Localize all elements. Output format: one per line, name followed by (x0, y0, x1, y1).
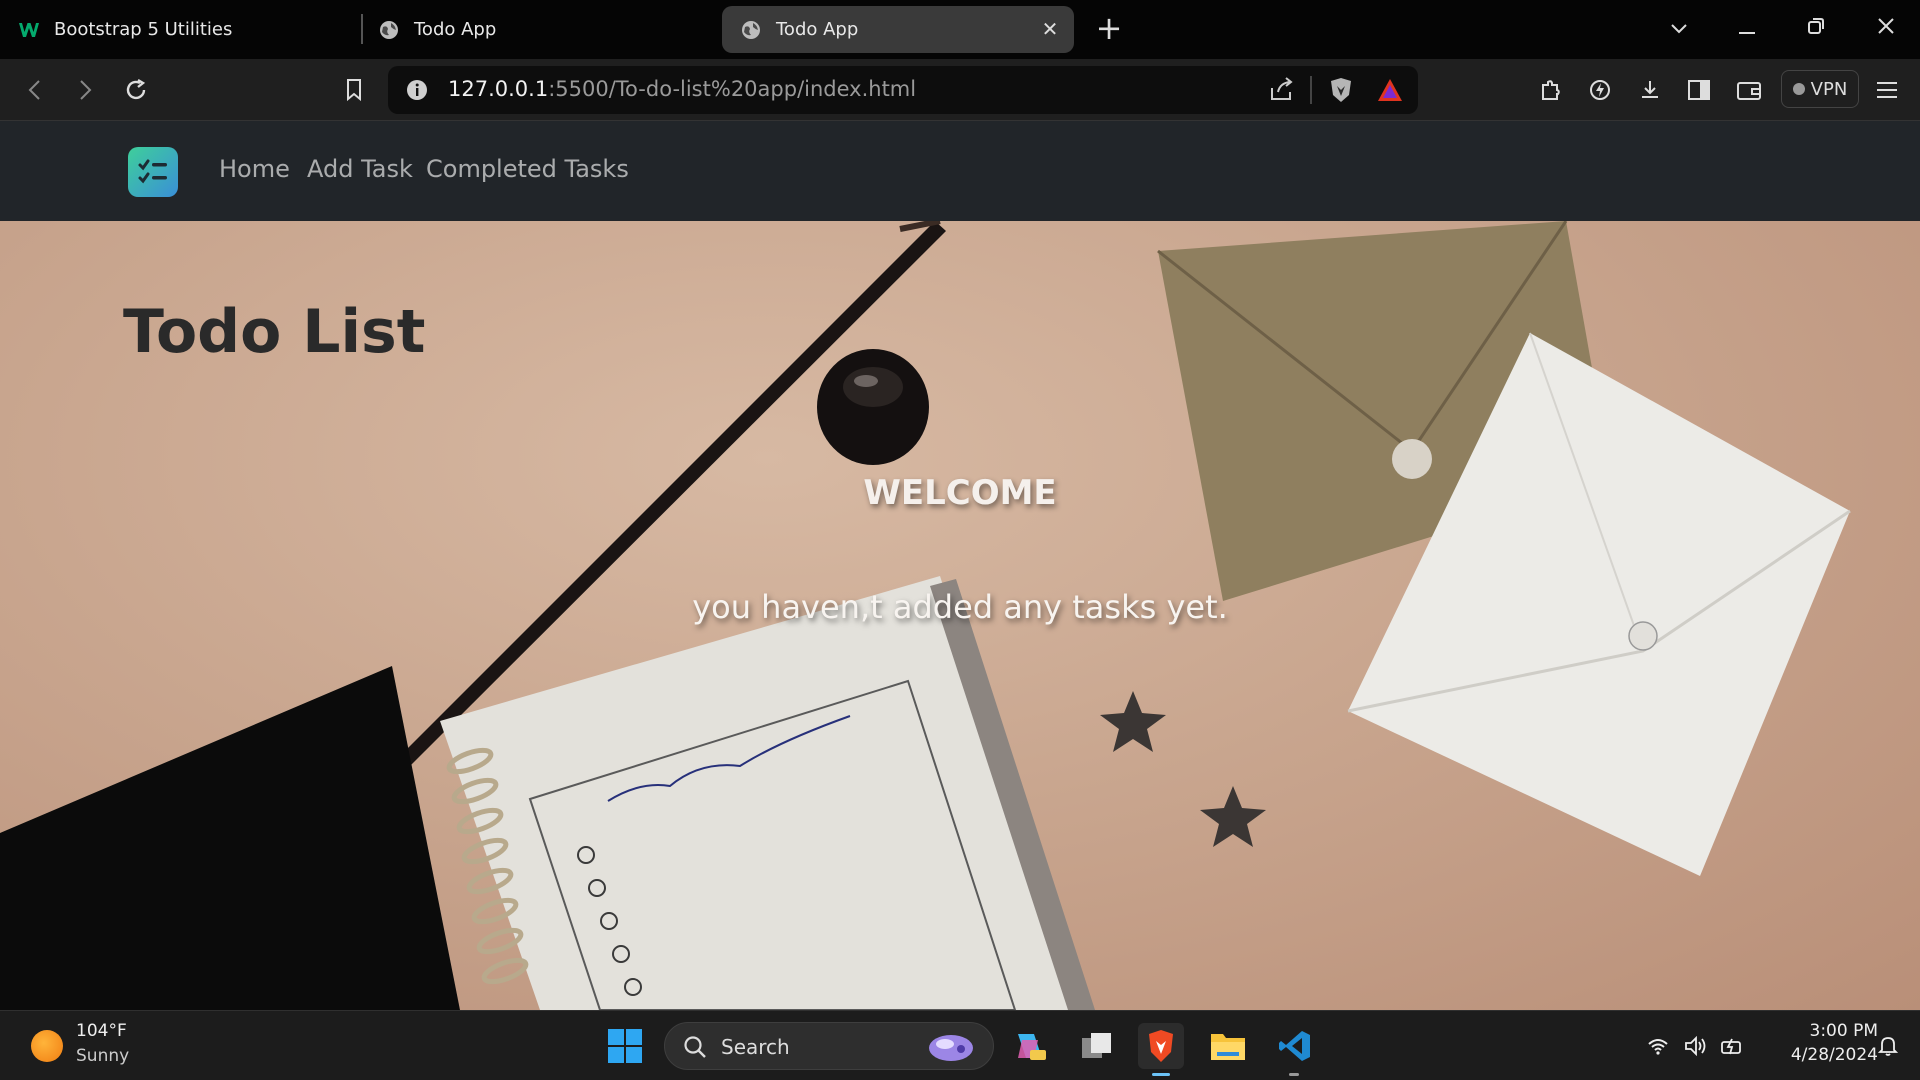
extensions-icon[interactable] (1532, 71, 1570, 109)
taskbar-search-input[interactable]: Search (664, 1022, 994, 1070)
welcome-heading: WELCOME (863, 473, 1057, 513)
empty-tasks-message: you haven,t added any tasks yet. (692, 588, 1228, 626)
tab-todo-app[interactable]: Todo App (378, 6, 708, 53)
nav-link-home[interactable]: Home (219, 155, 290, 183)
task-view-icon[interactable] (1074, 1023, 1120, 1069)
notification-bell-icon[interactable] (1870, 1023, 1906, 1069)
vpn-label: VPN (1810, 78, 1848, 100)
brave-browser-taskbar-icon[interactable] (1138, 1023, 1184, 1069)
weather-condition[interactable]: Sunny (76, 1046, 129, 1066)
close-window-button[interactable] (1866, 10, 1906, 48)
windows-start-icon[interactable] (602, 1023, 648, 1069)
sidebar-toggle-icon[interactable] (1680, 71, 1718, 109)
active-app-indicator (1152, 1073, 1170, 1076)
leo-ai-icon[interactable] (1581, 71, 1619, 109)
tab-search-chevron-icon[interactable] (1659, 10, 1699, 48)
share-icon[interactable] (1268, 76, 1296, 106)
minimize-button[interactable] (1727, 10, 1767, 48)
running-app-indicator (1289, 1073, 1299, 1076)
search-icon (683, 1035, 707, 1063)
forward-button[interactable] (66, 71, 104, 109)
nav-link-add-task[interactable]: Add Task (307, 155, 413, 183)
clock-time[interactable]: 3:00 PM (1758, 1021, 1879, 1041)
page-title: Todo List (123, 297, 426, 367)
new-tab-button[interactable]: + (1094, 12, 1124, 46)
file-explorer-icon[interactable] (1205, 1023, 1251, 1069)
reload-button[interactable] (117, 71, 155, 109)
vpn-button[interactable]: VPN (1781, 70, 1859, 108)
tab-bootstrap-utilities[interactable]: Bootstrap 5 Utilities (18, 6, 348, 53)
globe-icon (378, 19, 400, 41)
copilot-icon[interactable] (1007, 1023, 1053, 1069)
tab-todo-app-active[interactable]: Todo App ✕ (722, 6, 1074, 53)
url-text: 127.0.0.1:5500/To-do-list%20app/index.ht… (448, 77, 917, 101)
bookmark-icon[interactable] (335, 71, 373, 109)
brave-shields-icon[interactable] (1328, 76, 1354, 108)
vpn-status-icon (1792, 83, 1805, 95)
brave-rewards-icon[interactable] (1376, 77, 1404, 107)
search-label: Search (721, 1035, 790, 1059)
tab-title: Todo App (414, 19, 497, 40)
clock-date[interactable]: 4/28/2024 (1758, 1045, 1878, 1065)
urlbar-divider (1310, 76, 1312, 104)
site-info-icon[interactable] (406, 79, 428, 105)
restore-button[interactable] (1796, 10, 1836, 48)
volume-icon[interactable] (1678, 1023, 1714, 1069)
hero-section: Todo List WELCOME you haven,t added any … (0, 221, 1920, 1010)
wifi-icon[interactable] (1640, 1023, 1676, 1069)
wallet-icon[interactable] (1730, 71, 1768, 109)
weather-temperature[interactable]: 104°F (76, 1021, 127, 1041)
tab-title: Bootstrap 5 Utilities (54, 19, 233, 40)
address-bar[interactable]: 127.0.0.1:5500/To-do-list%20app/index.ht… (388, 66, 1418, 114)
web-page: Home Add Task Completed Tasks Todo List … (0, 121, 1920, 1010)
sunny-weather-icon[interactable] (31, 1030, 63, 1062)
menu-hamburger-icon[interactable] (1868, 71, 1906, 109)
globe-icon (740, 19, 762, 41)
search-highlight-icon (923, 1029, 979, 1069)
back-button[interactable] (16, 71, 54, 109)
todo-logo-icon[interactable] (128, 147, 178, 197)
close-tab-icon[interactable]: ✕ (1040, 19, 1060, 39)
windows-taskbar: 104°F Sunny Search 3:00 PM 4/28/2024 (0, 1010, 1920, 1080)
w3schools-icon (18, 19, 40, 41)
browser-toolbar: 127.0.0.1:5500/To-do-list%20app/index.ht… (0, 59, 1920, 121)
tab-title: Todo App (776, 19, 859, 40)
site-navbar: Home Add Task Completed Tasks (0, 121, 1920, 221)
battery-charging-icon[interactable] (1715, 1023, 1751, 1069)
browser-tab-strip: Bootstrap 5 Utilities Todo App Todo App … (0, 0, 1920, 59)
vscode-icon[interactable] (1272, 1023, 1318, 1069)
nav-link-completed-tasks[interactable]: Completed Tasks (426, 155, 629, 183)
downloads-icon[interactable] (1631, 71, 1669, 109)
tab-separator (361, 14, 363, 44)
